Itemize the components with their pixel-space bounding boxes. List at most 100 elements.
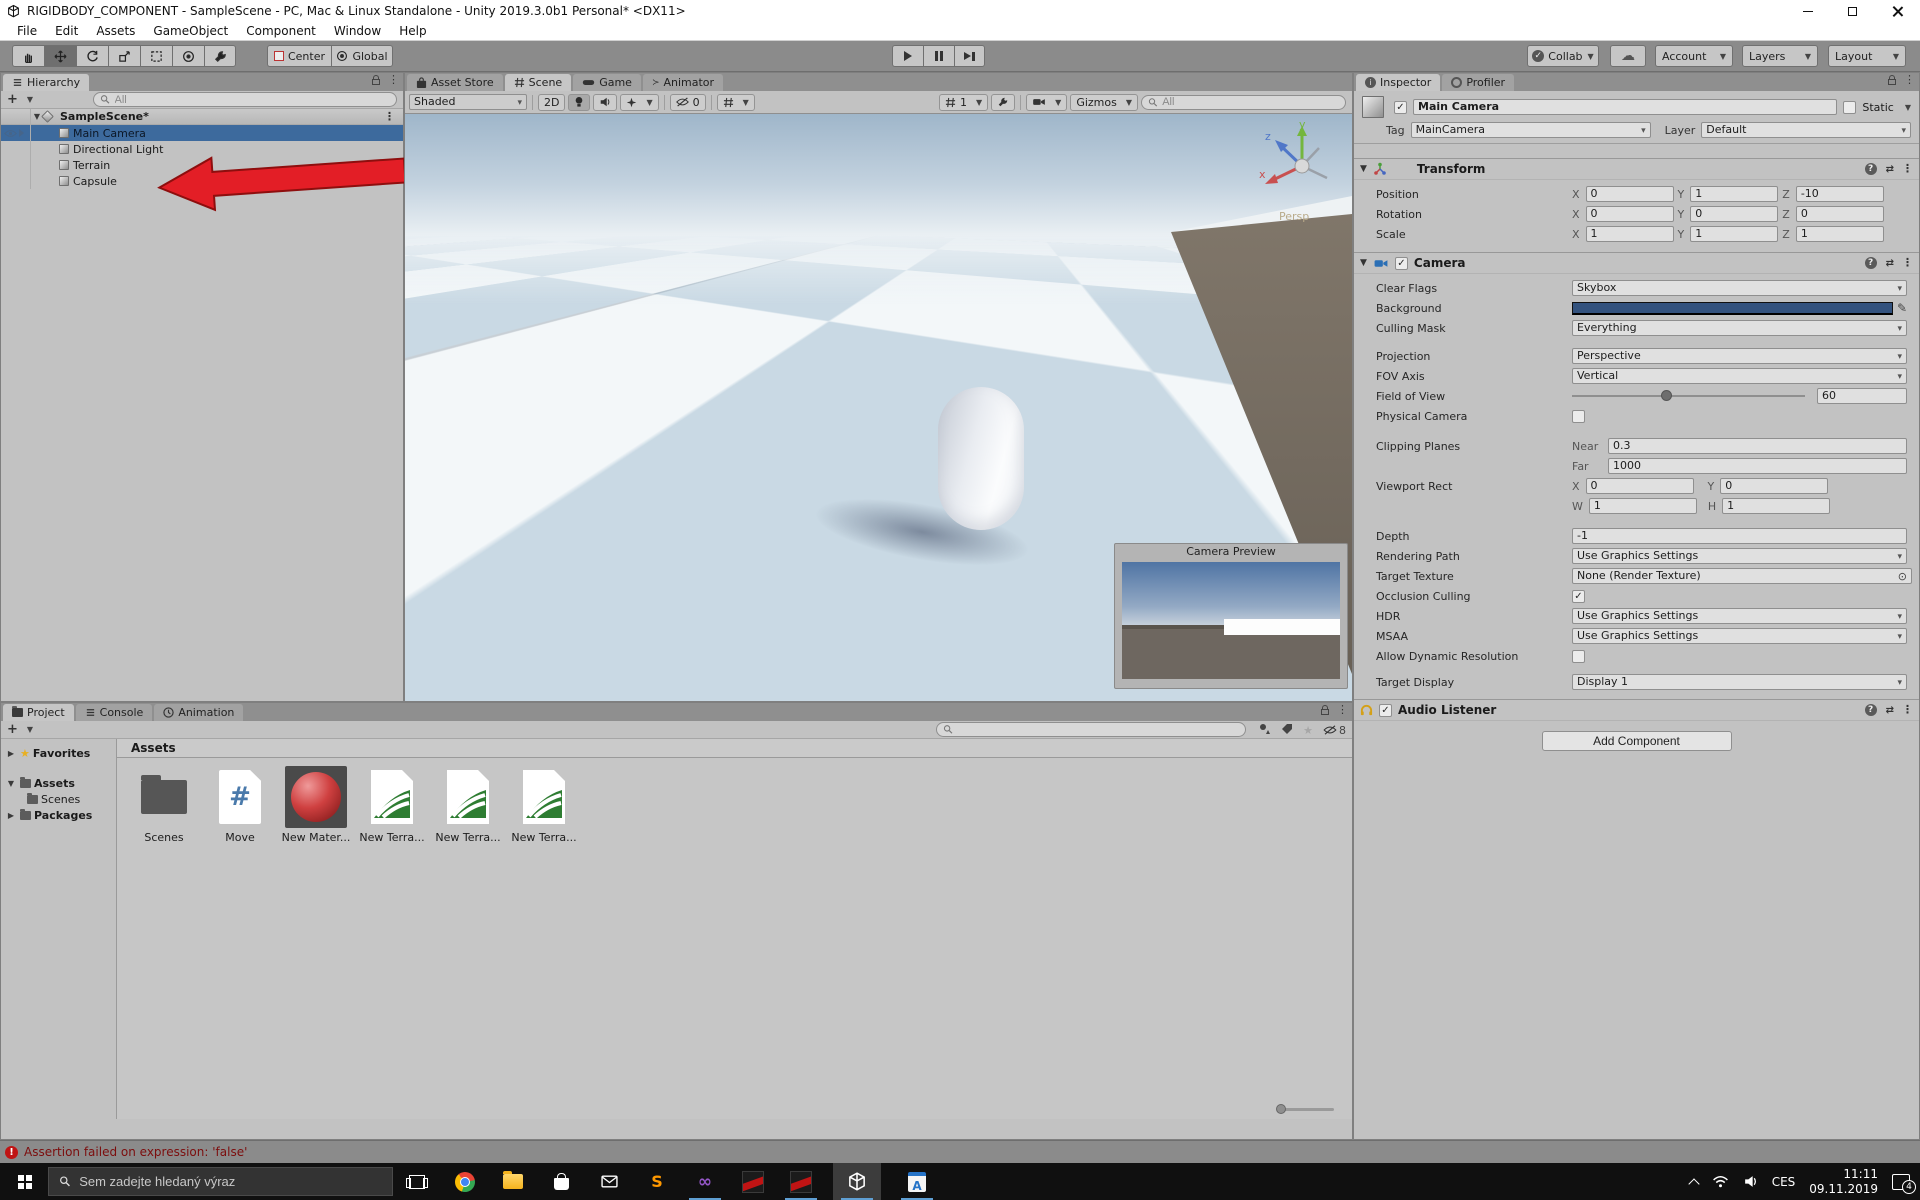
- help-icon[interactable]: ?: [1864, 257, 1877, 269]
- assets-breadcrumb[interactable]: Assets: [117, 739, 1352, 758]
- thumbnail-size-slider[interactable]: [1276, 1104, 1334, 1114]
- rect-tool-button[interactable]: [140, 45, 172, 67]
- help-icon[interactable]: ?: [1864, 163, 1877, 175]
- fov-slider-knob[interactable]: [1660, 390, 1672, 401]
- static-dropdown-arrow[interactable]: ▼: [1905, 103, 1911, 112]
- viewport-y-field[interactable]: 0: [1720, 478, 1829, 494]
- t ree-item-assets[interactable]: ▼ Assets: [1, 775, 116, 791]
- wifi-icon[interactable]: [1712, 1175, 1729, 1188]
- tree-item-packages[interactable]: ▶ Packages: [1, 807, 116, 823]
- hidden-packages-toggle[interactable]: 8: [1323, 724, 1346, 737]
- position-z-field[interactable]: -10: [1795, 186, 1884, 202]
- foldout-arrow-icon[interactable]: ▼: [1360, 164, 1367, 174]
- preset-icon[interactable]: ⇄: [1886, 705, 1894, 716]
- tab-inspector[interactable]: i Inspector: [1356, 74, 1441, 91]
- transform-component-header[interactable]: ▼ Transform ? ⇄ ⋮: [1354, 158, 1919, 180]
- dynamic-resolution-checkbox[interactable]: [1572, 649, 1585, 663]
- fov-axis-dropdown[interactable]: Vertical: [1572, 368, 1907, 384]
- shading-mode-dropdown[interactable]: Shaded: [409, 94, 527, 110]
- menu-window[interactable]: Window: [325, 24, 390, 38]
- eyedropper-icon[interactable]: ✎: [1897, 301, 1907, 315]
- capsule-object[interactable]: [938, 387, 1024, 530]
- scene-viewport[interactable]: y x z Persp Camera Preview: [405, 114, 1352, 701]
- viewport-x-field[interactable]: 0: [1585, 478, 1694, 494]
- tab-game[interactable]: Game: [573, 74, 641, 91]
- taskbar-mail[interactable]: [585, 1163, 633, 1200]
- add-object-dropdown-arrow[interactable]: ▼: [27, 95, 33, 104]
- cloud-button[interactable]: ☁: [1610, 45, 1646, 67]
- pause-button[interactable]: [923, 45, 954, 67]
- asset-move-script[interactable]: # Move: [208, 766, 272, 844]
- hdr-dropdown[interactable]: Use Graphics Settings: [1572, 608, 1907, 624]
- scene-search-input[interactable]: [1162, 96, 1339, 108]
- rotation-x-field[interactable]: 0: [1585, 206, 1674, 222]
- tray-expand-icon[interactable]: [1688, 1177, 1700, 1190]
- menu-edit[interactable]: Edit: [46, 24, 87, 38]
- foldout-arrow-icon[interactable]: ▶: [5, 811, 17, 820]
- object-picker-icon[interactable]: ⊙: [1898, 570, 1907, 583]
- menu-assets[interactable]: Assets: [87, 24, 144, 38]
- rendering-path-dropdown[interactable]: Use Graphics Settings: [1572, 548, 1907, 564]
- active-checkbox[interactable]: ✓: [1394, 100, 1407, 114]
- tool-settings-button[interactable]: [991, 93, 1016, 111]
- culling-mask-dropdown[interactable]: Everything: [1572, 320, 1907, 336]
- static-checkbox[interactable]: [1843, 100, 1857, 114]
- add-object-button[interactable]: +: [7, 92, 18, 107]
- tab-scene[interactable]: Scene: [504, 74, 572, 91]
- projection-mode-label[interactable]: Persp: [1279, 210, 1309, 223]
- taskbar-sublime[interactable]: S: [633, 1163, 681, 1200]
- project-search-input[interactable]: [957, 723, 1239, 736]
- taskbar-clock[interactable]: 11:11 09.11.2019: [1809, 1167, 1878, 1197]
- scale-tool-button[interactable]: [108, 45, 140, 67]
- rotate-tool-button[interactable]: [76, 45, 108, 67]
- taskbar-search[interactable]: [48, 1167, 393, 1196]
- fov-value-field[interactable]: 60: [1817, 388, 1907, 404]
- gizmos-dropdown[interactable]: Gizmos ▼: [1070, 93, 1138, 111]
- tag-dropdown[interactable]: MainCamera: [1410, 122, 1651, 138]
- tab-asset-store[interactable]: Asset Store: [407, 74, 503, 91]
- tree-item-scenes[interactable]: Scenes: [1, 791, 116, 807]
- hierarchy-item-terrain[interactable]: Terrain: [1, 157, 403, 173]
- rotation-z-field[interactable]: 0: [1795, 206, 1884, 222]
- taskbar-ms-store[interactable]: [537, 1163, 585, 1200]
- tab-hierarchy[interactable]: Hierarchy: [3, 74, 90, 91]
- 2d-toggle[interactable]: 2D: [538, 93, 566, 111]
- foldout-arrow-icon[interactable]: ▼: [5, 779, 17, 788]
- lighting-toggle[interactable]: [568, 93, 591, 111]
- taskbar-visual-studio[interactable]: ∞: [681, 1163, 729, 1200]
- layer-dropdown[interactable]: Default: [1701, 122, 1911, 138]
- background-color-swatch[interactable]: [1572, 301, 1893, 315]
- taskbar-unity[interactable]: [833, 1163, 881, 1200]
- preset-icon[interactable]: ⇄: [1886, 258, 1894, 269]
- move-tool-button[interactable]: [44, 45, 76, 67]
- maximize-button[interactable]: [1830, 0, 1875, 22]
- search-by-type-icon[interactable]: [1258, 722, 1271, 738]
- tree-item-favorites[interactable]: ▶ ★ Favorites: [1, 745, 116, 761]
- collab-button[interactable]: ✓ Collab ▼: [1527, 45, 1599, 67]
- tab-animator[interactable]: ≻ Animator: [642, 74, 724, 91]
- close-button[interactable]: [1875, 0, 1920, 22]
- scene-search[interactable]: [1141, 94, 1346, 110]
- preset-icon[interactable]: ⇄: [1886, 164, 1894, 175]
- start-button[interactable]: [0, 1163, 48, 1200]
- kebab-menu-icon[interactable]: ⋮: [1902, 257, 1913, 268]
- occlusion-culling-checkbox[interactable]: ✓: [1572, 589, 1585, 603]
- hidden-objects-button[interactable]: 0: [669, 93, 706, 111]
- scale-z-field[interactable]: 1: [1795, 226, 1884, 242]
- hierarchy-search[interactable]: [93, 92, 397, 107]
- grid-snap-dropdown[interactable]: 1 ▼: [939, 93, 989, 111]
- status-bar[interactable]: ! Assertion failed on expression: 'false…: [0, 1140, 1920, 1163]
- menu-file[interactable]: File: [8, 24, 46, 38]
- hand-tool-button[interactable]: [12, 45, 44, 67]
- asset-new-terrain-3[interactable]: New Terra...: [511, 766, 577, 844]
- volume-icon[interactable]: [1743, 1174, 1758, 1189]
- camera-enabled-checkbox[interactable]: ✓: [1394, 256, 1408, 270]
- transform-tool-button[interactable]: [172, 45, 204, 67]
- target-texture-field[interactable]: None (Render Texture): [1572, 568, 1912, 584]
- scene-orientation-gizmo[interactable]: y x z: [1257, 118, 1347, 214]
- scene-kebab-icon[interactable]: ⋮: [384, 111, 395, 122]
- rotation-y-field[interactable]: 0: [1690, 206, 1779, 222]
- gameobject-icon[interactable]: [1362, 96, 1384, 118]
- lock-icon[interactable]: [1888, 75, 1896, 85]
- search-by-label-icon[interactable]: [1281, 723, 1293, 738]
